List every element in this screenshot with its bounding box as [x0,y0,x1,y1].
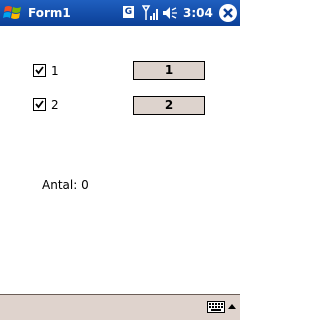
volume-icon[interactable] [162,5,178,21]
checkbox-2-label[interactable]: 2 [51,98,59,112]
windows-start-icon[interactable] [3,4,23,22]
network-type-icon[interactable]: G [123,6,134,18]
signal-icon[interactable] [142,4,158,22]
checkbox-1[interactable] [33,64,46,77]
up-arrow-icon[interactable] [228,303,236,309]
checkmark-icon [35,100,44,109]
checkbox-1-label[interactable]: 1 [51,64,59,78]
clock[interactable]: 3:04 [183,6,213,20]
window-title: Form1 [28,6,71,20]
menu-bar [0,294,240,320]
checkmark-icon [35,66,44,75]
button-1[interactable]: 1 [133,61,205,80]
count-label: Antal: 0 [42,178,89,192]
checkbox-2[interactable] [33,98,46,111]
button-2[interactable]: 2 [133,96,205,115]
close-icon[interactable] [218,3,238,23]
title-bar: Form1 G 3:04 [0,0,240,26]
keyboard-icon[interactable] [207,301,225,313]
